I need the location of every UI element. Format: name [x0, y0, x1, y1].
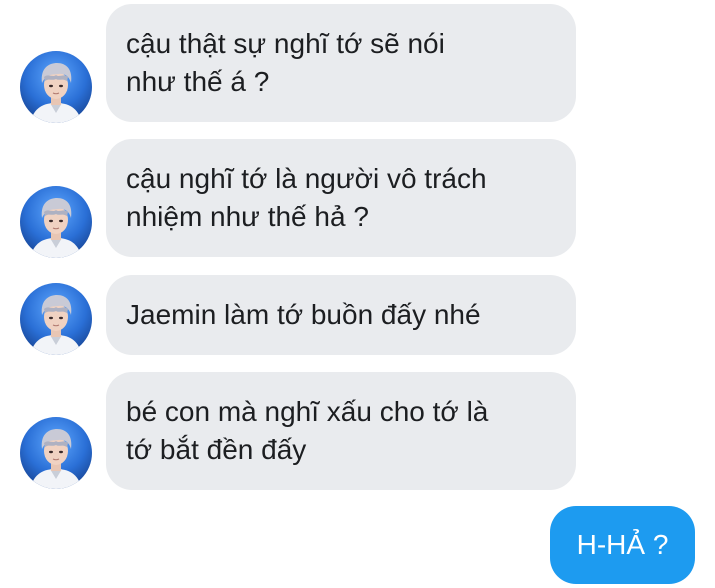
avatar[interactable] — [20, 51, 92, 123]
message-text: cậu nghĩ tớ là người vô trách nhiệm như … — [126, 163, 487, 232]
avatar[interactable] — [20, 417, 92, 489]
incoming-message-bubble[interactable]: cậu nghĩ tớ là người vô trách nhiệm như … — [106, 139, 576, 257]
message-text: cậu thật sự nghĩ tớ sẽ nói như thế á ? — [126, 28, 445, 97]
avatar-image — [20, 186, 92, 258]
avatar[interactable] — [20, 186, 92, 258]
incoming-message-bubble[interactable]: cậu thật sự nghĩ tớ sẽ nói như thế á ? — [106, 4, 576, 122]
avatar-image — [20, 283, 92, 355]
message-text: Jaemin làm tớ buồn đấy nhé — [126, 299, 481, 330]
avatar[interactable] — [20, 283, 92, 355]
message-text: bé con mà nghĩ xấu cho tớ là tớ bắt đền … — [126, 396, 489, 465]
outgoing-message-bubble[interactable]: H-HẢ ? — [550, 506, 695, 584]
avatar-image — [20, 51, 92, 123]
incoming-message-bubble[interactable]: bé con mà nghĩ xấu cho tớ là tớ bắt đền … — [106, 372, 576, 490]
avatar-image — [20, 417, 92, 489]
message-text: H-HẢ ? — [576, 529, 669, 560]
incoming-message-bubble[interactable]: Jaemin làm tớ buồn đấy nhé — [106, 275, 576, 355]
